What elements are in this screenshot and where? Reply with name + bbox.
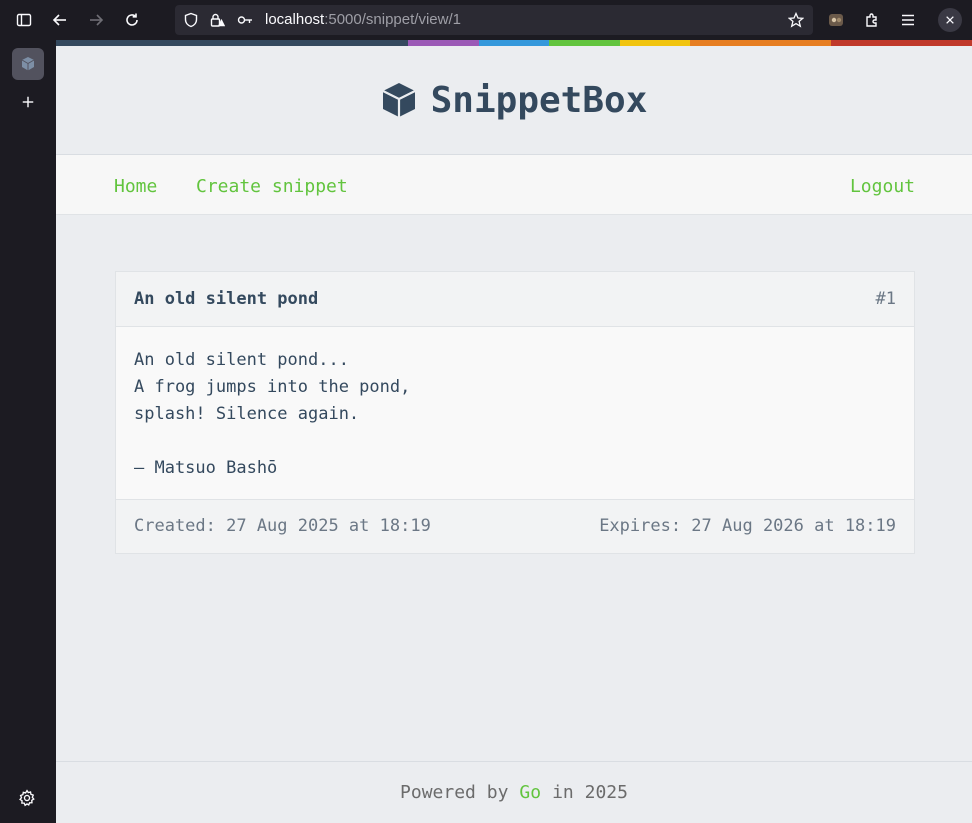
reload-icon[interactable] (118, 6, 146, 34)
stripe-segment (408, 40, 479, 46)
stripe-segment (901, 40, 972, 46)
nav-logout-link[interactable]: Logout (850, 176, 915, 197)
snippet-meta: Created: 27 Aug 2025 at 18:19 Expires: 2… (116, 499, 914, 553)
snippet-body: An old silent pond... A frog jumps into … (116, 327, 914, 499)
stripe-segment (267, 40, 338, 46)
sidebar-toggle-icon[interactable] (10, 6, 38, 34)
snippet-card: An old silent pond #1 An old silent pond… (115, 271, 915, 554)
snippet-id: #1 (875, 289, 896, 309)
url-text[interactable]: localhost:5000/snippet/view/1 (265, 11, 461, 28)
snippet-created: Created: 27 Aug 2025 at 18:19 (134, 516, 431, 536)
address-bar[interactable]: localhost:5000/snippet/view/1 (175, 5, 813, 35)
footer-go-link[interactable]: Go (519, 782, 541, 803)
nav-create-snippet-link[interactable]: Create snippet (196, 176, 348, 197)
insecure-lock-icon[interactable] (209, 12, 226, 28)
site-nav: Home Create snippet Logout (56, 155, 972, 215)
snippet-title: An old silent pond (134, 289, 319, 309)
stripe-segment (760, 40, 832, 46)
forward-icon[interactable] (82, 6, 110, 34)
footer-suffix: in 2025 (552, 782, 628, 803)
color-stripe (56, 40, 972, 46)
stripe-segment (337, 40, 409, 46)
cube-favicon-icon (21, 57, 35, 71)
extension-avatar-icon[interactable] (822, 6, 850, 34)
bookmark-star-icon[interactable] (787, 11, 805, 28)
snippet-header: An old silent pond #1 (116, 272, 914, 327)
cube-logo-icon (382, 83, 416, 117)
stripe-segment (478, 40, 550, 46)
site-header: SnippetBox (56, 46, 972, 155)
stripe-segment (549, 40, 620, 46)
nav-home-link[interactable]: Home (114, 176, 157, 197)
back-icon[interactable] (46, 6, 74, 34)
footer-prefix: Powered by (400, 782, 509, 803)
site-footer: Powered by Go in 2025 (56, 761, 972, 823)
browser-sidebar (0, 40, 56, 823)
key-icon[interactable] (237, 12, 253, 28)
tab-snippetbox[interactable] (12, 48, 44, 80)
stripe-segment (690, 40, 761, 46)
close-icon[interactable] (938, 8, 962, 32)
settings-gear-icon[interactable] (18, 789, 38, 809)
new-tab-plus-icon[interactable] (16, 90, 40, 114)
stripe-segment (126, 40, 197, 46)
site-logo[interactable]: SnippetBox (381, 79, 648, 121)
extensions-puzzle-icon[interactable] (858, 6, 886, 34)
site-title: SnippetBox (430, 79, 648, 121)
snippet-expires: Expires: 27 Aug 2026 at 18:19 (599, 516, 896, 536)
stripe-segment (56, 40, 127, 46)
menu-icon[interactable] (894, 6, 922, 34)
stripe-segment (831, 40, 902, 46)
stripe-segment (619, 40, 691, 46)
stripe-segment (196, 40, 268, 46)
snippet-content: An old silent pond... A frog jumps into … (134, 350, 411, 478)
shield-icon[interactable] (183, 12, 199, 28)
browser-toolbar: localhost:5000/snippet/view/1 (0, 0, 972, 40)
page: SnippetBox Home Create snippet Logout An… (56, 40, 972, 823)
